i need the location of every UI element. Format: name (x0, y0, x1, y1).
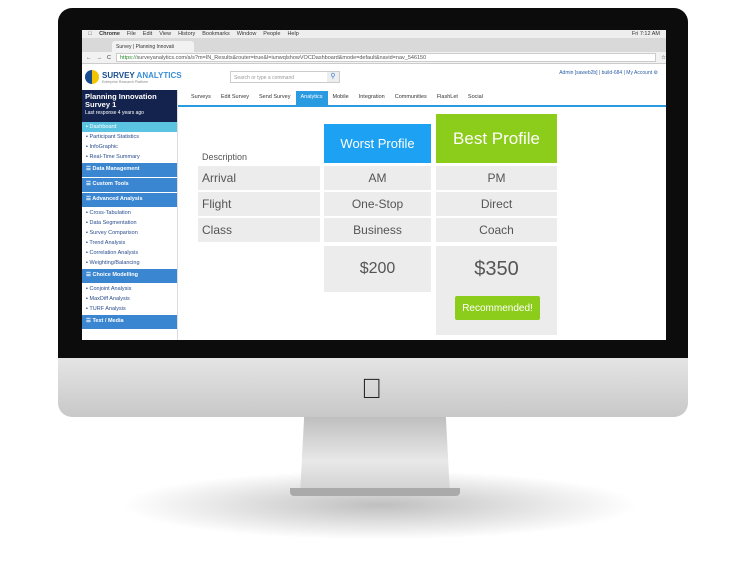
bookmark-star-icon[interactable]: ☆ (661, 55, 666, 61)
command-search[interactable]: Search or type a command ⚲ (230, 71, 340, 83)
clock: Fri 7:12 AM (631, 31, 660, 37)
logo-icon (85, 70, 99, 84)
logo[interactable]: SURVEY ANALYTICS Enterprise Research Plat… (82, 70, 182, 84)
tab-mobile[interactable]: Mobile (328, 91, 354, 105)
menu-file[interactable]: File (127, 31, 136, 37)
tab-edit-survey[interactable]: Edit Survey (216, 91, 254, 105)
row-arrival-worst: AM (324, 166, 431, 190)
row-class-best: Coach (436, 218, 557, 242)
url-bar: ← → C https://surveyanalytics.com/a/s?m=… (82, 52, 666, 64)
tab-send-survey[interactable]: Send Survey (254, 91, 296, 105)
forward-icon[interactable]: → (97, 55, 103, 61)
sidebar-section-custom-tools[interactable]: ☰ Custom Tools (82, 178, 177, 192)
sidebar-item-infographic[interactable]: ▪ InfoGraphic (82, 142, 177, 152)
menu-edit[interactable]: Edit (143, 31, 152, 37)
menu-history[interactable]: History (178, 31, 195, 37)
browser-tab[interactable]: Survey | Planning Innovati (112, 41, 194, 52)
project-header: Planning Innovation Survey 1 Last respon… (82, 90, 177, 122)
row-arrival-best: PM (436, 166, 557, 190)
sidebar-item-conjoint-analysis[interactable]: ▪ Conjoint Analysis (82, 284, 177, 294)
sidebar-item-cross-tabulation[interactable]: ▪ Cross-Tabulation (82, 208, 177, 218)
reload-icon[interactable]: C (107, 55, 111, 61)
monitor-stand (300, 410, 450, 495)
sidebar-item-turf-analysis[interactable]: ▪ TURF Analysis (82, 304, 177, 314)
sidebar-item-participant-statistics[interactable]: ▪ Participant Statistics (82, 132, 177, 142)
sidebar: Planning Innovation Survey 1 Last respon… (82, 90, 178, 340)
best-price: $350 (436, 246, 557, 335)
row-flight-best: Direct (436, 192, 557, 216)
menu-chrome[interactable]: Chrome (99, 31, 120, 37)
back-icon[interactable]: ← (86, 55, 92, 61)
menu-window[interactable]: Window (237, 31, 257, 37)
menu-view[interactable]: View (159, 31, 171, 37)
sidebar-item-data-segmentation[interactable]: ▪ Data Segmentation (82, 218, 177, 228)
sidebar-item-survey-comparison[interactable]: ▪ Survey Comparison (82, 228, 177, 238)
app-header: SURVEY ANALYTICS Enterprise Research Plat… (82, 64, 666, 90)
best-profile-header: Best Profile (436, 114, 557, 163)
search-icon[interactable]: ⚲ (327, 72, 339, 82)
sidebar-section-choice-modelling[interactable]: ☰ Choice Modelling (82, 269, 177, 283)
row-flight-worst: One-Stop (324, 192, 431, 216)
menu-bookmarks[interactable]: Bookmarks (202, 31, 230, 37)
sidebar-item-maxdiff-analysis[interactable]: ▪ MaxDiff Analysis (82, 294, 177, 304)
row-class-attr: Class (198, 218, 320, 242)
apple-logo-icon:  (361, 373, 382, 405)
sidebar-item-trend-analysis[interactable]: ▪ Trend Analysis (82, 238, 177, 248)
screen:  Chrome File Edit View History Bookmarks Wind… (82, 30, 666, 340)
search-input[interactable]: Search or type a command (231, 72, 327, 82)
monitor-stand-base (290, 488, 460, 496)
description-label: Description (202, 152, 248, 162)
browser-tabbar: Survey | Planning Innovati (82, 38, 666, 52)
address-input[interactable]: https://surveyanalytics.com/a/s?m=IN_Res… (115, 53, 657, 62)
account-links[interactable]: Admin [saweb2b] | build-684 | My Account… (559, 70, 658, 76)
sidebar-section-text-media[interactable]: ☰ Text / Media (82, 315, 177, 329)
worst-profile-header: Worst Profile (324, 124, 431, 163)
row-flight-attr: Flight (198, 192, 320, 216)
sidebar-item-weighting-balancing[interactable]: ▪ Weighting/Balancing (82, 258, 177, 268)
tab-communities[interactable]: Communities (390, 91, 432, 105)
sidebar-section-data-management[interactable]: ☰ Data Management (82, 163, 177, 177)
sidebar-item-correlation-analysis[interactable]: ▪ Correlation Analysis (82, 248, 177, 258)
sidebar-item-real-time-summary[interactable]: ▪ Real-Time Summary (82, 152, 177, 162)
mac-menubar:  Chrome File Edit View History Bookmarks Wind… (82, 30, 666, 38)
tab-flashlet[interactable]: FlashLet (432, 91, 463, 105)
sidebar-section-advanced-analysis[interactable]: ☰ Advanced Analysis (82, 193, 177, 207)
nav-tabs: Surveys Edit Survey Send Survey Analytics Mo… (186, 91, 488, 105)
menu-help[interactable]: Help (287, 31, 298, 37)
row-arrival-attr: Arrival (198, 166, 320, 190)
apple-menu-icon[interactable]:  (88, 31, 92, 37)
row-class-worst: Business (324, 218, 431, 242)
sidebar-item-dashboard[interactable]: ▪ Dashboard (82, 122, 177, 132)
tab-surveys[interactable]: Surveys (186, 91, 216, 105)
tab-social[interactable]: Social (463, 91, 488, 105)
recommended-button[interactable]: Recommended! (455, 296, 540, 320)
menu-people[interactable]: People (263, 31, 280, 37)
tab-integration[interactable]: Integration (354, 91, 390, 105)
worst-price: $200 (324, 246, 431, 292)
tab-analytics[interactable]: Analytics (295, 91, 328, 105)
nav-underline (178, 105, 666, 107)
